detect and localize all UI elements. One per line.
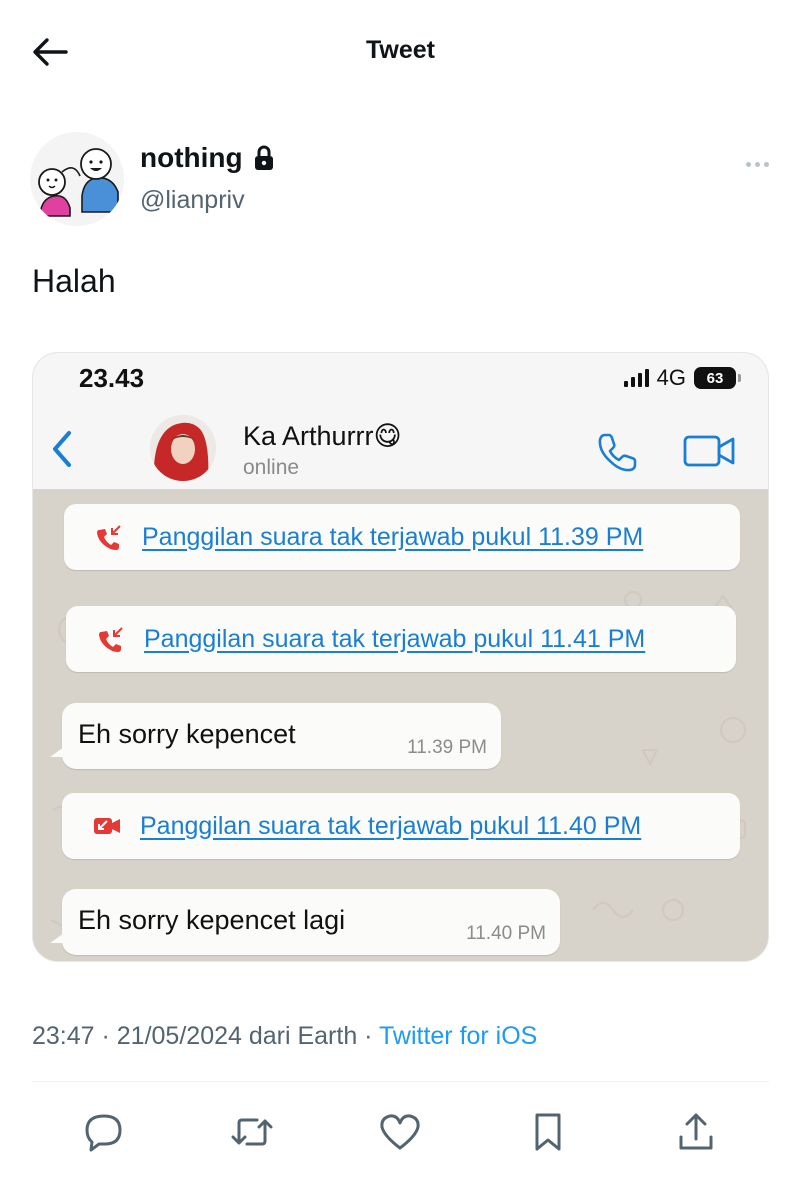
meta-separator: · [357, 1022, 379, 1050]
missed-voice-call-icon [97, 525, 121, 550]
message-text: Eh sorry kepencet [78, 719, 296, 749]
retweet-button[interactable] [228, 1108, 276, 1156]
chat-header: 23.43 4G 63 Ka Arthurrr😋 online [33, 353, 768, 490]
missed-call-bubble[interactable]: Panggilan suara tak terjawab pukul 11.40… [62, 793, 740, 859]
divider [32, 1081, 769, 1082]
status-bar-indicators: 4G 63 [623, 365, 741, 391]
contact-name: Ka Arthurrr😋 [243, 421, 402, 451]
signal-icon [623, 369, 649, 387]
like-button[interactable] [376, 1108, 424, 1156]
network-type: 4G [656, 365, 686, 390]
video-camera-icon [683, 435, 735, 467]
status-bar-time: 23.43 [79, 363, 145, 393]
share-icon [679, 1113, 713, 1150]
missed-voice-call-icon [99, 627, 123, 652]
missed-call-text: Panggilan suara tak terjawab pukul 11.39… [142, 522, 644, 551]
top-bar: Tweet [0, 0, 801, 104]
tweet-text: Halah [32, 263, 116, 299]
lock-icon [254, 145, 273, 170]
heart-icon [380, 1114, 420, 1150]
page-title: Tweet [366, 36, 435, 64]
reply-icon [85, 1114, 122, 1152]
author-display-name: nothing [140, 142, 243, 173]
tweet-source-link[interactable]: Twitter for iOS [379, 1022, 537, 1050]
chat-area: Panggilan suara tak terjawab pukul 11.39… [33, 490, 768, 961]
missed-call-bubble[interactable]: Panggilan suara tak terjawab pukul 11.41… [66, 606, 736, 672]
retweet-icon [231, 1118, 273, 1146]
tweet-meta: 23:47 · 21/05/2024 dari Earth · Twitter … [32, 1022, 537, 1051]
battery-icon: 63 [694, 367, 741, 389]
share-button[interactable] [672, 1108, 720, 1156]
missed-video-call-icon [94, 818, 120, 834]
chevron-left-icon [53, 431, 71, 467]
missed-call-bubble[interactable]: Panggilan suara tak terjawab pukul 11.39… [64, 504, 740, 570]
contact-status: online [243, 456, 300, 479]
message-time: 11.39 PM [407, 737, 487, 758]
message-bubble[interactable]: Eh sorry kepencet 11.39 PM [50, 703, 501, 769]
more-horizontal-icon [745, 161, 751, 167]
more-options-button[interactable] [742, 150, 772, 178]
contact-avatar [150, 415, 216, 481]
message-bubble[interactable]: Eh sorry kepencet lagi 11.40 PM [50, 889, 560, 955]
tweet-media-image[interactable]: 23.43 4G 63 Ka Arthurrr😋 online Panggila… [32, 352, 769, 962]
tweet-timestamp: 23:47 · 21/05/2024 dari Earth [32, 1022, 358, 1050]
message-time: 11.40 PM [466, 923, 546, 944]
reply-button[interactable] [80, 1108, 128, 1156]
phone-icon [598, 433, 637, 472]
author-handle[interactable]: @lianpriv [140, 186, 245, 215]
missed-call-text: Panggilan suara tak terjawab pukul 11.40… [140, 811, 642, 840]
missed-call-text: Panggilan suara tak terjawab pukul 11.41… [144, 624, 646, 653]
message-text: Eh sorry kepencet lagi [78, 905, 346, 935]
bookmark-button[interactable] [524, 1108, 572, 1156]
author-avatar[interactable] [30, 132, 124, 226]
bookmark-icon [535, 1113, 561, 1151]
tweet-action-bar [0, 1100, 801, 1170]
author-name[interactable]: nothing [140, 142, 275, 174]
